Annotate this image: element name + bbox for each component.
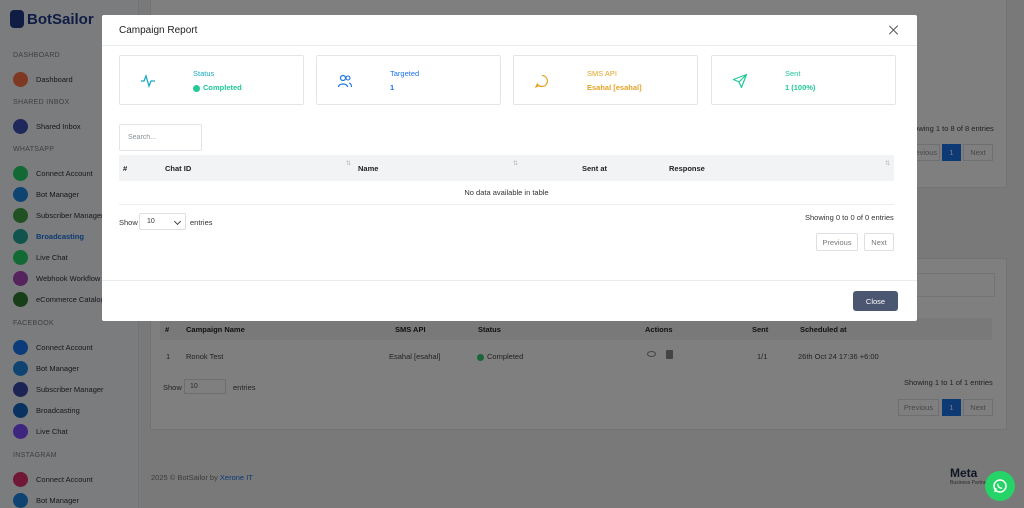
- send-icon: [732, 73, 748, 89]
- close-icon[interactable]: [886, 22, 902, 38]
- col-sent-at[interactable]: Sent at: [582, 164, 607, 173]
- sort-icon[interactable]: ⇅: [346, 160, 351, 167]
- stat-targeted-label: Targeted: [390, 69, 420, 78]
- entries-label: entries: [190, 218, 213, 227]
- stat-card-status: Status Completed: [119, 55, 304, 105]
- sort-icon[interactable]: ⇅: [885, 160, 890, 167]
- chevron-down-icon: [173, 217, 182, 226]
- previous-button[interactable]: Previous: [816, 233, 858, 251]
- stat-card-targeted: Targeted 1: [316, 55, 501, 105]
- table-info: Showing 0 to 0 of 0 entries: [805, 213, 894, 222]
- stat-sms-api-value: Esahal [esahal]: [587, 83, 642, 92]
- users-icon: [337, 74, 353, 88]
- entries-length-select[interactable]: 10: [139, 213, 186, 230]
- campaign-report-modal: Campaign Report Status Completed Targete…: [102, 15, 917, 321]
- whatsapp-chat-button[interactable]: [985, 471, 1015, 501]
- modal-header: Campaign Report: [102, 15, 917, 46]
- stat-sent-label: Sent: [785, 69, 801, 78]
- empty-table-message: No data available in table: [119, 181, 894, 205]
- stat-targeted-value: 1: [390, 83, 395, 92]
- modal-title: Campaign Report: [119, 25, 198, 36]
- entries-length-value: 10: [147, 218, 155, 225]
- report-table-header: # Chat ID ⇅ Name ⇅ Sent at Response ⇅: [119, 155, 894, 181]
- stat-sent-value: 1 (100%): [785, 83, 816, 92]
- modal-footer: Close: [102, 280, 917, 321]
- sort-icon[interactable]: ⇅: [513, 160, 518, 167]
- stat-status-value: Completed: [193, 83, 242, 92]
- search-input[interactable]: [119, 124, 202, 151]
- close-button[interactable]: Close: [853, 291, 898, 311]
- col-response[interactable]: Response: [669, 164, 705, 173]
- status-dot-icon: [193, 84, 200, 92]
- col-name[interactable]: Name: [358, 164, 378, 173]
- show-label: Show: [119, 218, 138, 227]
- stat-card-sms-api: SMS API Esahal [esahal]: [513, 55, 698, 105]
- stat-status-text: Completed: [203, 83, 242, 92]
- col-chat-id[interactable]: Chat ID: [165, 164, 191, 173]
- stat-sms-api-label: SMS API: [587, 69, 618, 78]
- whatsapp-icon: [993, 479, 1007, 493]
- message-icon: [534, 74, 548, 89]
- col-num[interactable]: #: [123, 164, 127, 173]
- next-button[interactable]: Next: [864, 233, 894, 251]
- stat-status-label: Status: [193, 69, 215, 78]
- pulse-icon: [141, 74, 155, 88]
- stat-card-sent: Sent 1 (100%): [711, 55, 896, 105]
